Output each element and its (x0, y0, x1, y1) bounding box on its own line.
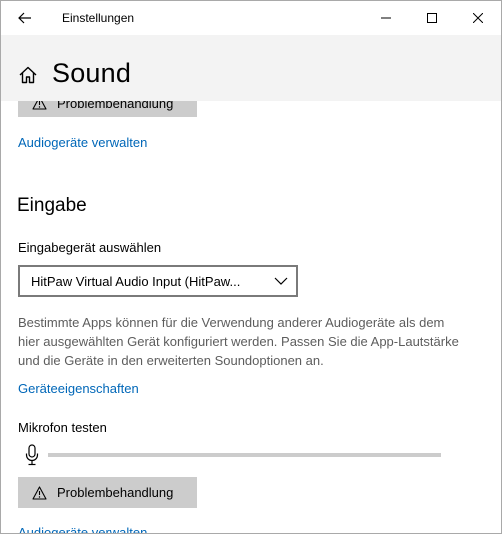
input-manage-devices-link[interactable]: Audiogeräte verwalten (18, 525, 147, 533)
mic-level-meter (48, 453, 441, 457)
input-device-dropdown[interactable]: HitPaw Virtual Audio Input (HitPaw... (18, 265, 298, 297)
minimize-button[interactable] (363, 1, 409, 35)
warning-icon (32, 485, 47, 500)
back-arrow-icon (18, 12, 31, 24)
input-description: Bestimmte Apps können für die Verwendung… (18, 315, 459, 368)
maximize-icon (427, 13, 437, 23)
minimize-icon (381, 17, 391, 19)
input-troubleshoot-label: Problembehandlung (57, 485, 174, 500)
output-troubleshoot-label: Problembehandlung (57, 101, 174, 111)
home-icon[interactable] (18, 65, 38, 85)
device-properties-link[interactable]: Geräteeigenschaften (18, 381, 139, 396)
close-icon (473, 13, 483, 23)
warning-icon (32, 101, 47, 110)
page-title: Sound (52, 58, 132, 88)
back-button[interactable] (11, 6, 39, 30)
test-mic-label: Mikrofon testen (18, 420, 107, 435)
output-manage-devices-link[interactable]: Audiogeräte verwalten (18, 135, 147, 150)
chevron-down-icon (274, 277, 288, 285)
settings-window: Einstellungen Sound Problembehandlung Au… (0, 0, 502, 534)
output-troubleshoot-button[interactable]: Problembehandlung (18, 101, 197, 117)
close-button[interactable] (455, 1, 501, 35)
input-troubleshoot-button[interactable]: Problembehandlung (18, 477, 197, 508)
input-device-select-label: Eingabegerät auswählen (18, 240, 162, 255)
input-section-heading: Eingabe (17, 195, 87, 216)
title-bar: Einstellungen (1, 1, 501, 35)
maximize-button[interactable] (409, 1, 455, 35)
input-device-selected: HitPaw Virtual Audio Input (HitPaw... (31, 273, 241, 289)
window-title: Einstellungen (62, 11, 135, 25)
microphone-icon (25, 444, 39, 466)
content-area: Problembehandlung Audiogeräte verwalten … (1, 101, 501, 533)
